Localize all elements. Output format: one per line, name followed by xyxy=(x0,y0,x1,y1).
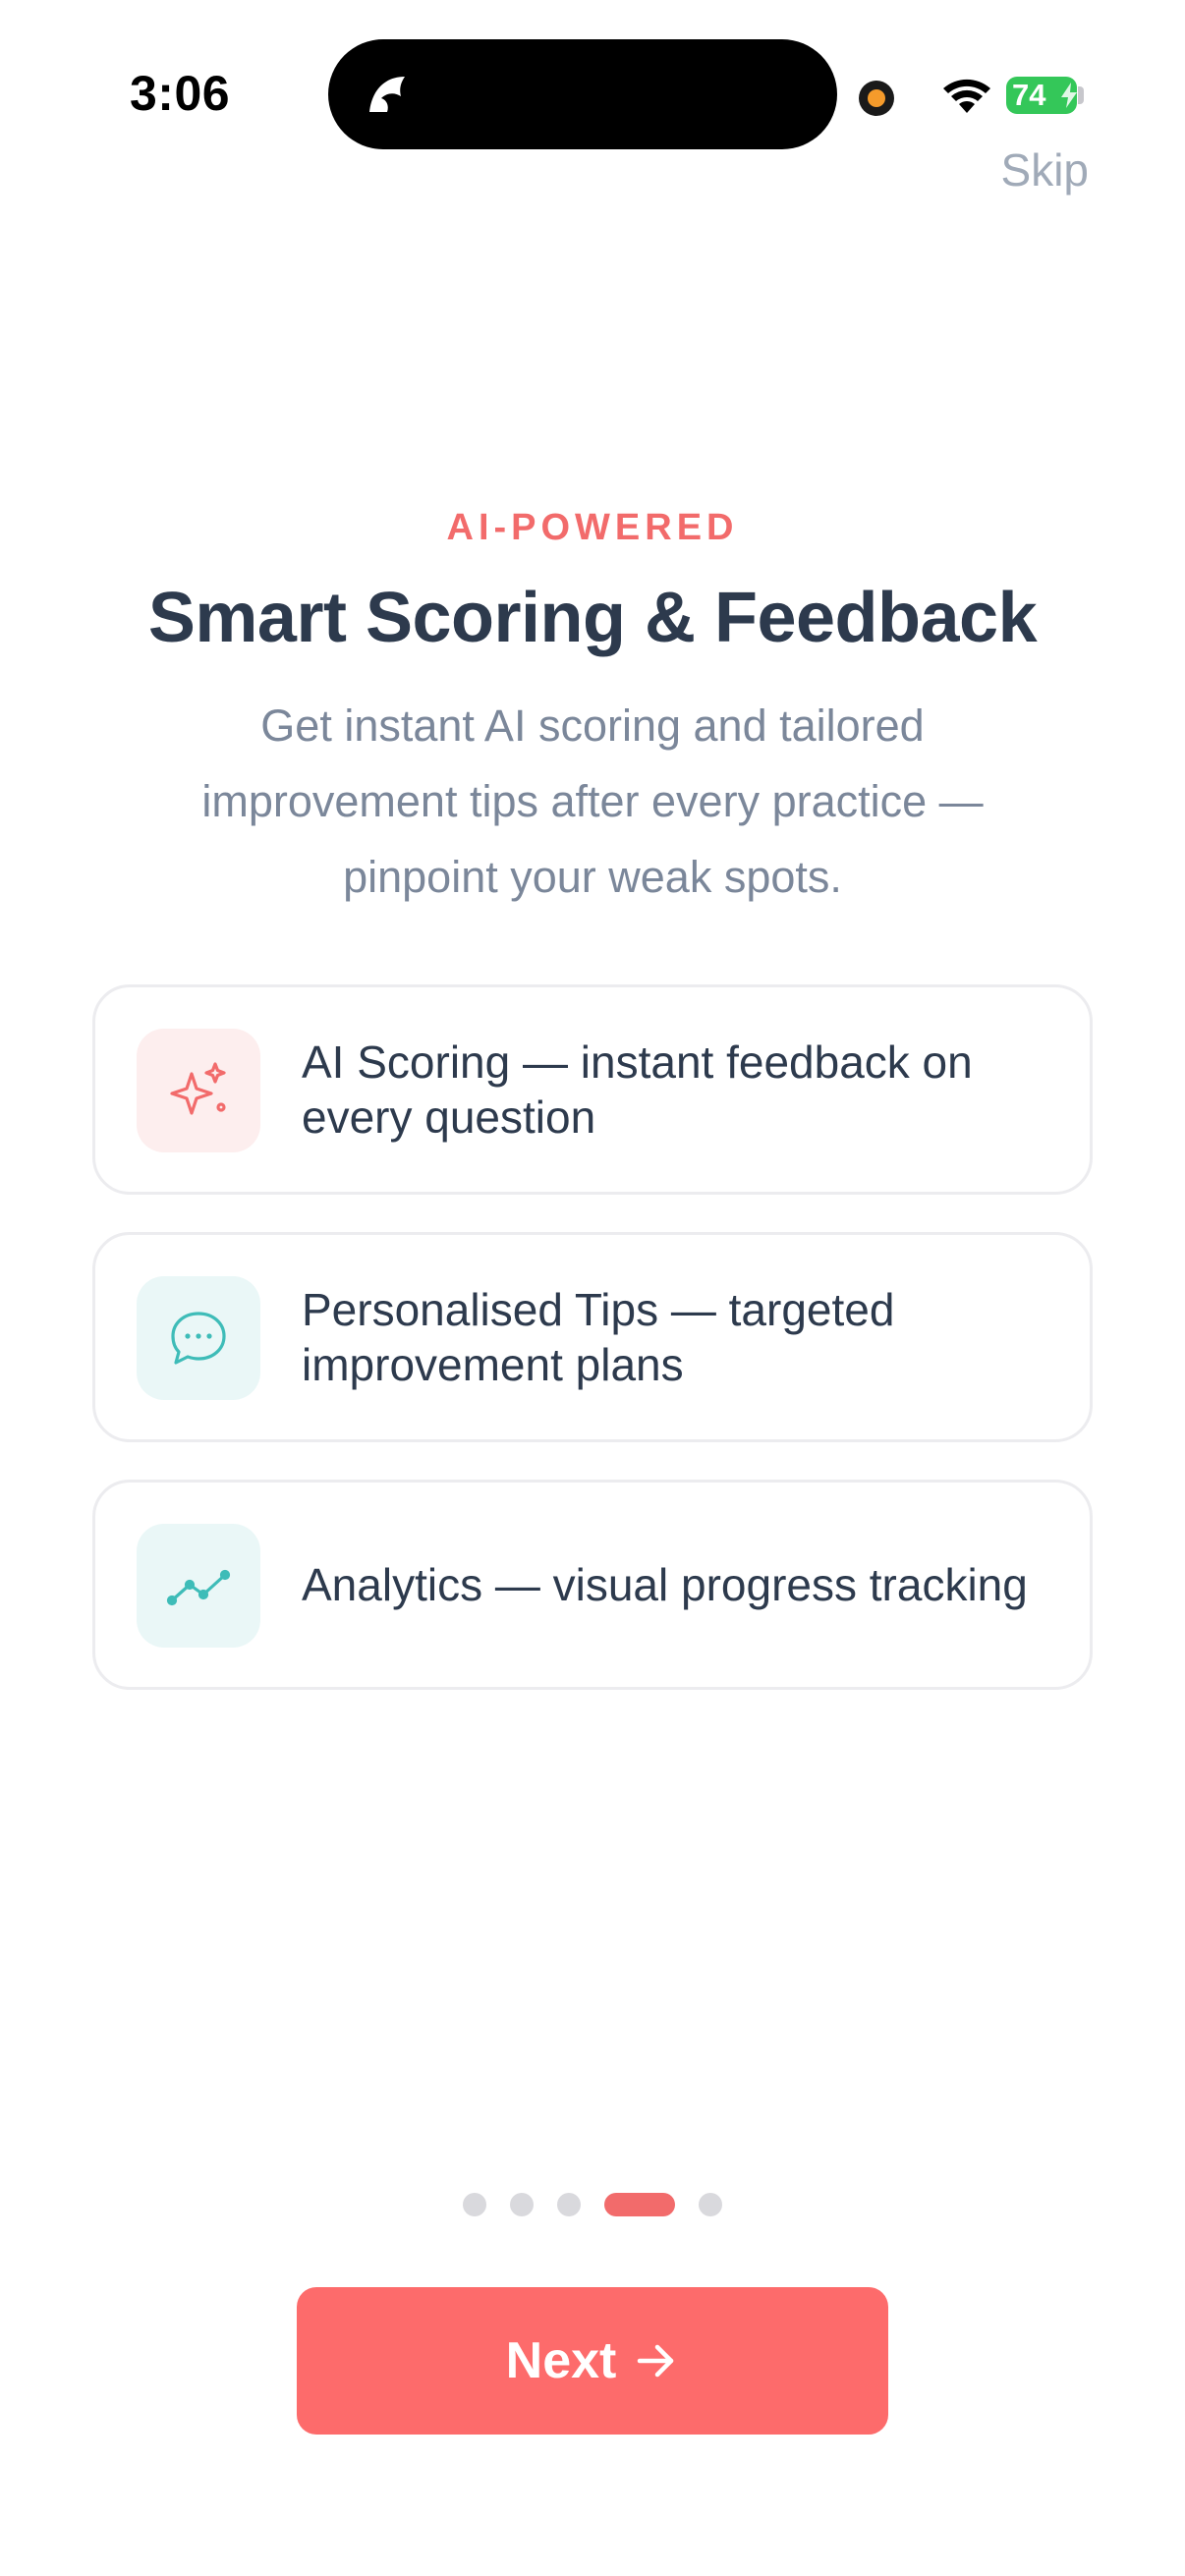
page-dot[interactable] xyxy=(557,2193,581,2216)
next-button-label: Next xyxy=(505,2332,617,2389)
feature-card-ai-scoring: AI Scoring — instant feedback on every q… xyxy=(92,984,1093,1195)
page-dot[interactable] xyxy=(463,2193,486,2216)
trend-line-icon xyxy=(166,1569,231,1606)
status-time: 3:06 xyxy=(130,66,231,121)
dynamic-island xyxy=(328,39,837,149)
feature-text: Personalised Tips — targeted improvement… xyxy=(302,1284,895,1390)
page-indicator xyxy=(0,2193,1185,2216)
eyebrow-label: AI-POWERED xyxy=(446,507,739,548)
arrow-right-icon xyxy=(638,2344,674,2378)
page-title: Smart Scoring & Feedback xyxy=(147,579,1038,657)
battery-icon: 74 xyxy=(1006,77,1077,114)
battery-level: 74 xyxy=(1012,78,1046,112)
wifi-icon xyxy=(943,79,990,113)
feature-text: AI Scoring — instant feedback on every q… xyxy=(302,1036,973,1143)
skip-button[interactable]: Skip xyxy=(1001,143,1089,196)
app-activity-icon xyxy=(369,77,405,112)
page-dot[interactable] xyxy=(699,2193,722,2216)
charging-bolt-icon xyxy=(1061,83,1077,108)
feature-card-personalised-tips: Personalised Tips — targeted improvement… xyxy=(92,1232,1093,1442)
page-dot[interactable] xyxy=(510,2193,534,2216)
feature-card-analytics: Analytics — visual progress tracking xyxy=(92,1480,1093,1690)
feature-icon-box xyxy=(137,1524,260,1648)
sparkles-icon xyxy=(170,1062,226,1115)
page-dot-active[interactable] xyxy=(604,2193,675,2216)
battery-cap xyxy=(1078,86,1084,104)
page-subtitle: Get instant AI scoring and tailored impr… xyxy=(201,700,984,902)
feature-text: Analytics — visual progress tracking xyxy=(302,1559,1028,1610)
next-button[interactable]: Next xyxy=(297,2287,888,2435)
feature-icon-box xyxy=(137,1029,260,1152)
feature-icon-box xyxy=(137,1276,260,1400)
camera-indicator-icon xyxy=(859,81,894,116)
chat-bubble-icon xyxy=(171,1312,226,1365)
